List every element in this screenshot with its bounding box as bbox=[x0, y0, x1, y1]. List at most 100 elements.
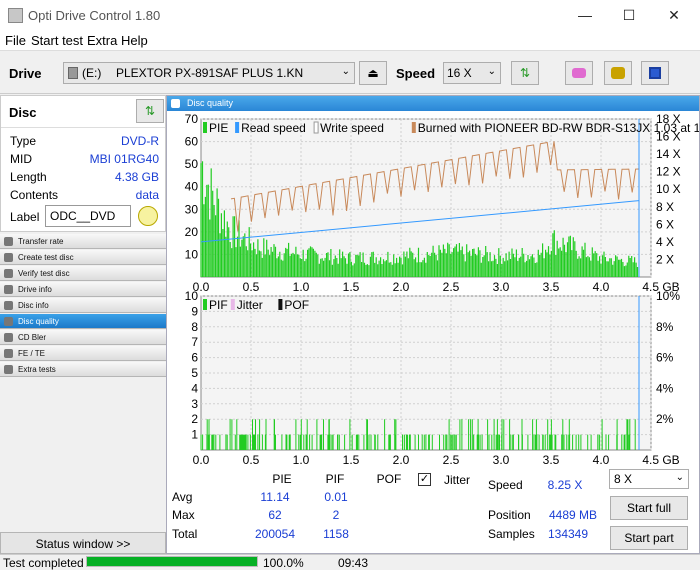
nav-icon bbox=[4, 317, 13, 326]
window-title: Opti Drive Control 1.80 bbox=[28, 8, 161, 23]
menu-file[interactable]: File bbox=[5, 33, 26, 48]
menu-help[interactable]: Help bbox=[121, 33, 148, 48]
legend-swatch bbox=[235, 122, 240, 133]
y2-tick-label: 14 X bbox=[656, 147, 681, 161]
samples-value: 134349 bbox=[547, 527, 589, 541]
minimize-button[interactable]: — bbox=[562, 0, 608, 31]
nav-icon bbox=[4, 285, 13, 294]
refresh-button[interactable]: ⇅ bbox=[511, 61, 539, 85]
nav-item-label: Drive info bbox=[18, 285, 52, 294]
y-tick-label: 20 bbox=[185, 225, 199, 239]
y2-tick-label: 10 X bbox=[656, 182, 681, 196]
close-button[interactable]: ✕ bbox=[651, 0, 697, 31]
y2-tick-label: 12 X bbox=[656, 165, 681, 179]
x-tick-label: 2.0 bbox=[393, 453, 410, 466]
speed-stat-label: Speed bbox=[488, 478, 523, 492]
disc-mid-value: MBI 01RG40 bbox=[89, 152, 159, 166]
charts-area: 70 60 50 40 30 20 10 0.0 0.5 1.0 1.5 2.0 2.5 3.0 3.5 4.… bbox=[185, 112, 699, 466]
status-window-button[interactable]: Status window >> bbox=[0, 532, 166, 554]
y2-tick-label: 4% bbox=[656, 381, 674, 395]
y-tick-label: 3 bbox=[191, 397, 198, 411]
y2-tick-label: 2 X bbox=[656, 252, 674, 266]
avg-pie: 11.14 bbox=[260, 490, 290, 504]
disc-length-key: Length bbox=[10, 170, 47, 184]
nav-item-cd-bler[interactable]: CD Bler bbox=[0, 330, 166, 345]
pie-header: PIE bbox=[272, 472, 292, 486]
menu-start-test[interactable]: Start test bbox=[31, 33, 83, 48]
nav-item-verify-test-disc[interactable]: Verify test disc bbox=[0, 266, 166, 281]
disc-length-value: 4.38 GB bbox=[114, 170, 159, 184]
eraser-icon bbox=[572, 68, 586, 78]
tools-button[interactable] bbox=[604, 61, 632, 85]
legend-swatch bbox=[203, 122, 207, 133]
nav-item-extra-tests[interactable]: Extra tests bbox=[0, 362, 166, 377]
disc-label-input[interactable]: ODC__DVD bbox=[45, 205, 131, 227]
y2-tick-label: 4 X bbox=[656, 235, 674, 249]
y2-tick-label: 8 X bbox=[656, 200, 674, 214]
test-speed-value: 8 X bbox=[614, 472, 633, 486]
menu-extra[interactable]: Extra bbox=[87, 33, 117, 48]
erase-button[interactable] bbox=[565, 61, 593, 85]
nav-item-transfer-rate[interactable]: Transfer rate bbox=[0, 234, 166, 249]
pif-chart: 109 87 654 32 1 0.0 0.5 1.0 1.5 2.0 2.5 3.0 3.5 4.0 4.… bbox=[185, 289, 681, 466]
x-tick-label: 4.0 bbox=[593, 280, 610, 294]
disc-mid-key: MID bbox=[10, 152, 32, 166]
avg-label: Avg bbox=[172, 490, 193, 504]
drive-select[interactable]: (E:) PLEXTOR PX-891SAF PLUS 1.KN ⌄ bbox=[63, 62, 355, 84]
label-edit-button[interactable] bbox=[138, 206, 158, 226]
divider bbox=[1, 127, 165, 128]
y-tick-label: 4 bbox=[191, 381, 198, 395]
position-label: Position bbox=[488, 508, 531, 522]
nav-item-disc-quality[interactable]: Disc quality bbox=[0, 314, 166, 329]
speed-label: Speed bbox=[396, 66, 436, 81]
legend-swatch bbox=[230, 299, 235, 310]
nav-item-disc-info[interactable]: Disc info bbox=[0, 298, 166, 313]
y-tick-label: 50 bbox=[185, 157, 199, 171]
start-full-button[interactable]: Start full bbox=[610, 496, 688, 520]
x-tick-label: 3.5 bbox=[543, 280, 560, 294]
x-tick-label: 2.0 bbox=[393, 280, 410, 294]
x-tick-label: 3.0 bbox=[493, 453, 510, 466]
y-tick-label: 1 bbox=[191, 428, 198, 442]
disc-refresh-button[interactable]: ⇅ bbox=[136, 99, 164, 123]
legend-swatch bbox=[278, 299, 283, 310]
save-button[interactable] bbox=[641, 61, 669, 85]
nav-icon bbox=[4, 269, 13, 278]
nav-icon bbox=[4, 301, 13, 310]
eject-button[interactable]: ⏏ bbox=[359, 61, 387, 85]
nav-item-label: Verify test disc bbox=[18, 269, 70, 278]
test-speed-select[interactable]: 8 X ⌄ bbox=[609, 469, 689, 489]
y2-tick-label: 10% bbox=[656, 289, 680, 303]
avg-pif: 0.01 bbox=[324, 490, 348, 504]
speed-stat-value: 8.25 X bbox=[547, 478, 583, 492]
y-tick-label: 2 bbox=[191, 412, 198, 426]
progress-bar bbox=[86, 556, 258, 567]
nav-item-create-test-disc[interactable]: Create test disc bbox=[0, 250, 166, 265]
legend-label-1: Jitter bbox=[237, 298, 263, 312]
refresh-icon: ⇅ bbox=[144, 104, 156, 118]
x-tick-label: 0.5 bbox=[243, 453, 260, 466]
y-tick-label: 6 bbox=[191, 351, 198, 365]
jitter-checkbox[interactable]: ✓ bbox=[418, 473, 431, 486]
disc-contents-key: Contents bbox=[10, 188, 59, 202]
drive-letter: (E:) bbox=[82, 66, 102, 80]
drive-name: PLEXTOR PX-891SAF PLUS 1.KN bbox=[116, 66, 304, 80]
legend-label-0: PIE bbox=[209, 121, 228, 135]
start-part-button[interactable]: Start part bbox=[610, 526, 688, 550]
nav-icon bbox=[4, 349, 13, 358]
disc-contents-value: data bbox=[135, 188, 159, 202]
nav-icon bbox=[4, 365, 13, 374]
status-text: Test completed bbox=[3, 556, 84, 570]
y-tick-label: 30 bbox=[185, 202, 199, 216]
x-tick-label: 2.5 bbox=[443, 280, 460, 294]
y-tick-label: 9 bbox=[191, 304, 198, 318]
speed-select[interactable]: 16 X ⌄ bbox=[443, 62, 501, 84]
maximize-button[interactable]: ☐ bbox=[606, 0, 652, 31]
nav-item-fe-te[interactable]: FE / TE bbox=[0, 346, 166, 361]
legend-label-3: Burned with PIONEER BD-RW BDR-S13JX 1.03… bbox=[418, 121, 699, 135]
save-icon bbox=[649, 67, 661, 79]
nav-item-drive-info[interactable]: Drive info bbox=[0, 282, 166, 297]
disc-quality-icon bbox=[171, 99, 180, 108]
y2-tick-label: 8% bbox=[656, 320, 674, 334]
refresh-icon: ⇅ bbox=[519, 66, 531, 80]
